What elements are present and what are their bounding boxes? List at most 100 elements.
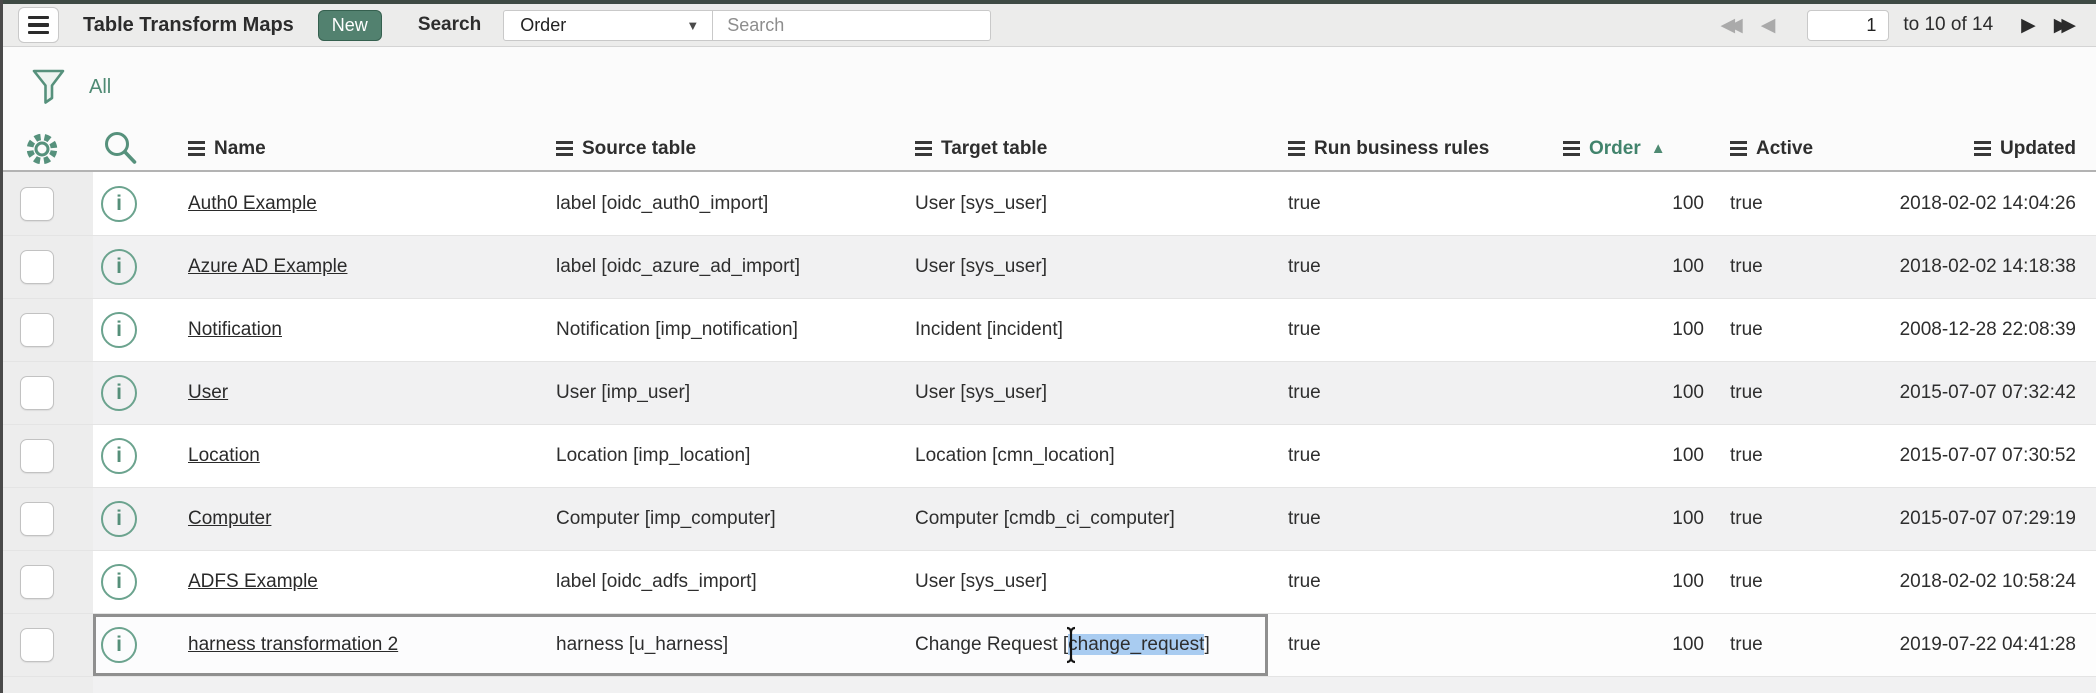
cell-target-table[interactable]: Computer [cmdb_ci_computer] bbox=[913, 488, 1268, 550]
cell-source-table[interactable]: label [oidc_adfs_import] bbox=[553, 551, 913, 613]
page-input[interactable] bbox=[1807, 10, 1889, 41]
table-row: i User User [imp_user] User [sys_user] t… bbox=[3, 361, 2096, 424]
row-checkbox-cell bbox=[3, 425, 93, 487]
record-name-link[interactable]: ADFS Example bbox=[188, 571, 318, 593]
new-button[interactable]: New bbox=[318, 10, 382, 41]
row-checkbox[interactable] bbox=[20, 628, 54, 662]
cell-source-table[interactable]: User [imp_user] bbox=[553, 362, 913, 424]
info-icon[interactable]: i bbox=[101, 438, 137, 474]
cell-updated[interactable]: 2008-12-28 22:08:39 bbox=[1868, 299, 2096, 361]
cell-source-table[interactable]: Computer [imp_computer] bbox=[553, 488, 913, 550]
column-header-run_business_rules[interactable]: Run business rules bbox=[1268, 127, 1553, 170]
cell-active[interactable]: true bbox=[1708, 172, 1868, 235]
cell-run-business-rules[interactable]: true bbox=[1268, 488, 1553, 550]
cell-updated[interactable]: 2019-07-22 04:41:28 bbox=[1868, 614, 2096, 676]
cell-updated[interactable]: 2015-07-07 07:32:42 bbox=[1868, 362, 2096, 424]
cell-run-business-rules[interactable]: true bbox=[1268, 614, 1553, 676]
record-name-link[interactable]: Notification bbox=[188, 319, 282, 341]
cell-order[interactable]: 100 bbox=[1553, 614, 1708, 676]
cell-target-table[interactable]: Location [cmn_location] bbox=[913, 425, 1268, 487]
cell-target-table[interactable]: User [sys_user] bbox=[913, 172, 1268, 235]
cell-target-table[interactable]: Incident [incident] bbox=[913, 299, 1268, 361]
row-checkbox[interactable] bbox=[20, 187, 54, 221]
info-icon[interactable]: i bbox=[101, 564, 137, 600]
column-menu-icon bbox=[1563, 141, 1580, 156]
cell-source-table[interactable]: harness [u_harness] bbox=[553, 614, 913, 676]
column-header-name[interactable]: Name bbox=[188, 127, 553, 170]
row-checkbox[interactable] bbox=[20, 250, 54, 284]
info-icon[interactable]: i bbox=[101, 501, 137, 537]
column-header-source_table[interactable]: Source table bbox=[553, 127, 913, 170]
filter-breadcrumb-all[interactable]: All bbox=[89, 76, 111, 99]
cell-source-table[interactable]: label [oidc_auth0_import] bbox=[553, 172, 913, 235]
cell-active[interactable]: true bbox=[1708, 488, 1868, 550]
cell-updated[interactable]: 2015-07-07 07:29:19 bbox=[1868, 488, 2096, 550]
info-icon[interactable]: i bbox=[101, 186, 137, 222]
info-icon[interactable]: i bbox=[101, 627, 137, 663]
cell-updated[interactable]: 2018-02-02 14:04:26 bbox=[1868, 172, 2096, 235]
cell-run-business-rules[interactable]: true bbox=[1268, 425, 1553, 487]
record-name-link[interactable]: Auth0 Example bbox=[188, 193, 317, 215]
cell-source-table[interactable]: Location [imp_location] bbox=[553, 425, 913, 487]
cell-updated[interactable]: 2018-02-02 10:58:24 bbox=[1868, 551, 2096, 613]
cell-target-table[interactable]: User [sys_user] bbox=[913, 551, 1268, 613]
column-header-updated[interactable]: Updated bbox=[1868, 127, 2096, 170]
info-icon[interactable]: i bbox=[101, 312, 137, 348]
cell-order[interactable]: 100 bbox=[1553, 551, 1708, 613]
prev-page-button[interactable]: ◀ bbox=[1761, 16, 1776, 35]
cell-active[interactable]: true bbox=[1708, 236, 1868, 298]
cell-active[interactable]: true bbox=[1708, 614, 1868, 676]
column-header-active[interactable]: Active bbox=[1708, 127, 1868, 170]
cell-target-table[interactable]: User [sys_user] bbox=[913, 362, 1268, 424]
column-header-cells: NameSource tableTarget tableRun business… bbox=[93, 127, 2096, 170]
cell-active[interactable]: true bbox=[1708, 425, 1868, 487]
record-name-link[interactable]: harness transformation 2 bbox=[188, 634, 398, 656]
page-range-label: to 10 of 14 bbox=[1903, 14, 1993, 36]
cell-order[interactable]: 100 bbox=[1553, 425, 1708, 487]
cell-run-business-rules[interactable]: true bbox=[1268, 362, 1553, 424]
cell-target-table[interactable]: Change Request [change_request] bbox=[913, 614, 1268, 676]
cell-order[interactable]: 100 bbox=[1553, 299, 1708, 361]
cell-active[interactable]: true bbox=[1708, 551, 1868, 613]
column-header-order[interactable]: Order▲ bbox=[1553, 127, 1708, 170]
cell-run-business-rules[interactable]: true bbox=[1268, 172, 1553, 235]
search-input[interactable] bbox=[713, 10, 991, 41]
cell-order[interactable]: 100 bbox=[1553, 362, 1708, 424]
cell-active[interactable]: true bbox=[1708, 362, 1868, 424]
record-name-link[interactable]: Location bbox=[188, 445, 260, 467]
record-name-link[interactable]: Computer bbox=[188, 508, 271, 530]
cell-run-business-rules[interactable]: true bbox=[1268, 236, 1553, 298]
row-checkbox[interactable] bbox=[20, 502, 54, 536]
target-table-value: User [sys_user] bbox=[915, 571, 1047, 593]
cell-source-table[interactable]: label [oidc_azure_ad_import] bbox=[553, 236, 913, 298]
cell-run-business-rules[interactable]: true bbox=[1268, 551, 1553, 613]
cell-updated[interactable]: 2015-07-07 07:30:52 bbox=[1868, 425, 2096, 487]
list-context-menu-button[interactable] bbox=[18, 7, 59, 43]
info-icon[interactable]: i bbox=[101, 249, 137, 285]
cell-updated[interactable]: 2018-02-02 14:18:38 bbox=[1868, 236, 2096, 298]
record-name-link[interactable]: Azure AD Example bbox=[188, 256, 347, 278]
cell-order[interactable]: 100 bbox=[1553, 172, 1708, 235]
cell-source-table[interactable]: Notification [imp_notification] bbox=[553, 299, 913, 361]
first-page-button[interactable]: ◀◀ bbox=[1720, 16, 1742, 35]
cell-target-table[interactable]: User [sys_user] bbox=[913, 236, 1268, 298]
filter-toggle-button[interactable] bbox=[30, 68, 67, 106]
row-checkbox[interactable] bbox=[20, 565, 54, 599]
search-column-select[interactable]: Order ▼ bbox=[503, 10, 713, 41]
last-page-button[interactable]: ▶▶ bbox=[2054, 16, 2076, 35]
row-checkbox[interactable] bbox=[20, 439, 54, 473]
column-menu-icon bbox=[1974, 141, 1991, 156]
row-checkbox[interactable] bbox=[20, 376, 54, 410]
list-personalize-button[interactable] bbox=[23, 130, 61, 168]
cell-active[interactable]: true bbox=[1708, 299, 1868, 361]
info-icon[interactable]: i bbox=[101, 375, 137, 411]
row-checkbox[interactable] bbox=[20, 313, 54, 347]
cell-order[interactable]: 100 bbox=[1553, 236, 1708, 298]
search-label: Search bbox=[418, 14, 481, 36]
cell-order[interactable]: 100 bbox=[1553, 488, 1708, 550]
list-search-toggle-button[interactable] bbox=[93, 127, 188, 170]
record-name-link[interactable]: User bbox=[188, 382, 228, 404]
next-page-button[interactable]: ▶ bbox=[2021, 16, 2036, 35]
cell-run-business-rules[interactable]: true bbox=[1268, 299, 1553, 361]
column-header-target_table[interactable]: Target table bbox=[913, 127, 1268, 170]
